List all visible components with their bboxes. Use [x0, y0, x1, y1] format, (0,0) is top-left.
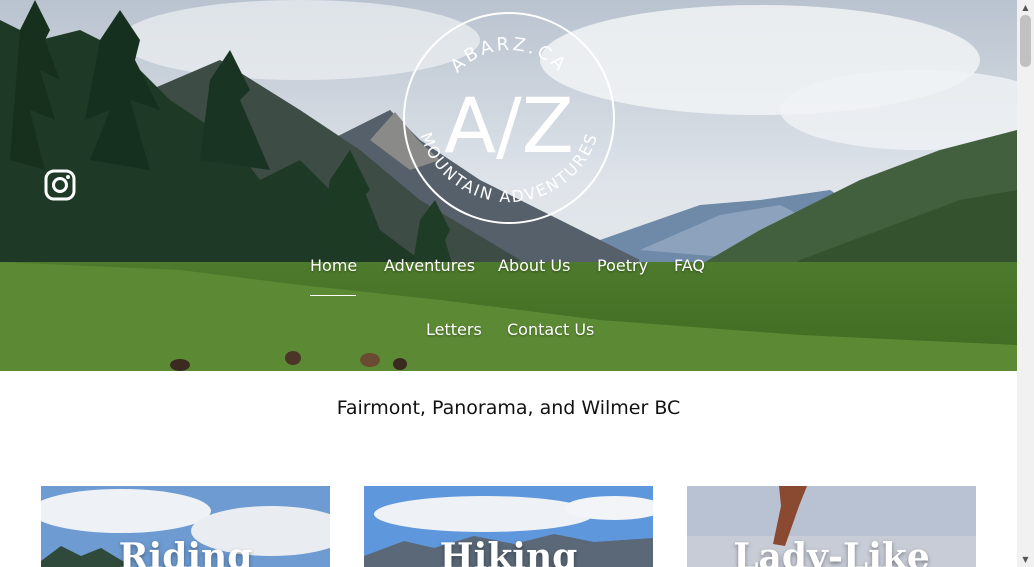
- nav-item-faq[interactable]: FAQ: [674, 256, 705, 275]
- scroll-down-icon[interactable]: ▼: [1017, 552, 1034, 567]
- scrollbar-thumb[interactable]: [1020, 15, 1031, 67]
- card-title-lady-like: Lady-Like: [733, 536, 930, 567]
- vertical-scrollbar[interactable]: ▲ ▼: [1017, 0, 1034, 567]
- svg-text:ABARZ.CA: ABARZ.CA: [446, 34, 571, 77]
- logo-ring-top-text: ABARZ.CA: [446, 34, 568, 77]
- nav-item-home[interactable]: Home: [310, 256, 357, 275]
- logo-monogram: A/Z: [444, 81, 574, 170]
- logo-emblem: ABARZ.CA A/Z MOUNTAIN ADVENTURES: [403, 12, 615, 224]
- card-lady-like[interactable]: Lady-Like: [687, 486, 976, 567]
- instagram-link[interactable]: [44, 169, 76, 201]
- nav-item-poetry[interactable]: Poetry: [597, 256, 648, 275]
- hero-banner: ABARZ.CA A/Z MOUNTAIN ADVENTURES Home Ad…: [0, 0, 1017, 371]
- card-title-riding: Riding: [118, 536, 253, 567]
- scroll-up-icon[interactable]: ▲: [1017, 0, 1034, 15]
- page-subtitle: Fairmont, Panorama, and Wilmer BC: [336, 397, 681, 419]
- card-riding[interactable]: Riding: [41, 486, 330, 567]
- nav-item-contact-us[interactable]: Contact Us: [507, 320, 594, 339]
- active-nav-underline: [310, 295, 356, 296]
- nav-item-adventures[interactable]: Adventures: [384, 256, 475, 275]
- instagram-icon: [44, 169, 76, 201]
- page: ABARZ.CA A/Z MOUNTAIN ADVENTURES Home Ad…: [0, 0, 1017, 567]
- card-title-hiking: Hiking: [439, 536, 578, 567]
- nav-item-about-us[interactable]: About Us: [498, 256, 570, 275]
- site-logo[interactable]: ABARZ.CA A/Z MOUNTAIN ADVENTURES: [401, 10, 617, 226]
- nav-item-letters[interactable]: Letters: [426, 320, 482, 339]
- card-hiking[interactable]: Hiking: [364, 486, 653, 567]
